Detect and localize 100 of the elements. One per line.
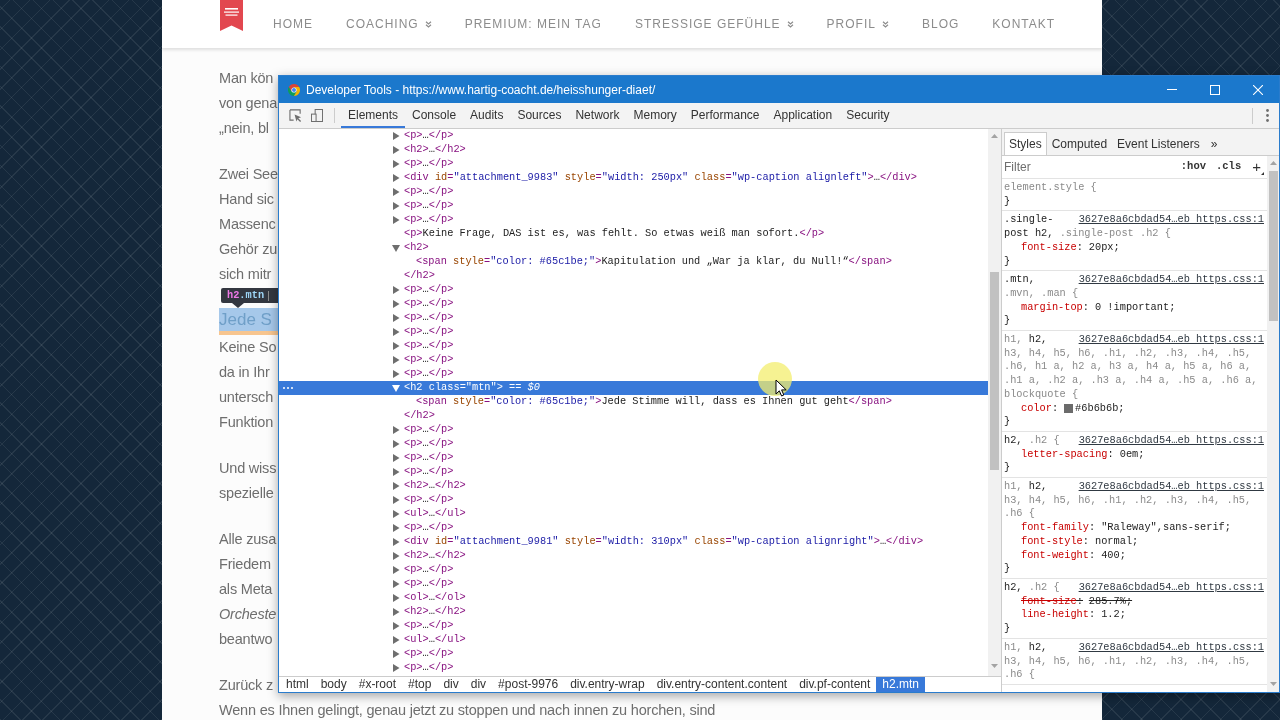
triangle-right-icon[interactable] [392,202,400,210]
triangle-right-icon[interactable] [392,538,400,546]
logo-icon[interactable] [220,0,243,31]
breadcrumb[interactable]: h2.mtn [876,677,925,692]
panel-tab[interactable]: Event Listeners [1112,132,1205,155]
triangle-right-icon[interactable] [392,454,400,462]
source-link[interactable]: 3627e8a6cbdad54…eb https.css:1 [1078,581,1264,595]
devtools-tab[interactable]: Performance [683,103,767,128]
triangle-right-icon[interactable] [392,482,400,490]
more-tabs-button[interactable]: » [1204,132,1224,155]
devtools-tab[interactable]: Network [568,103,627,128]
dom-node[interactable]: <p>…</p> [392,129,454,143]
dom-node[interactable]: <p>…</p> [392,353,454,367]
dom-node[interactable]: <h2>…</h2> [392,605,466,619]
dom-node[interactable]: <p>…</p> [392,577,454,591]
triangle-right-icon[interactable] [392,608,400,616]
dom-node[interactable]: <div id="attachment_9981" style="width: 310px" class="wp-caption alignright">…</div> [392,535,924,549]
dom-node[interactable]: <span style="color: #65c1be;">Jede Stimme will, dass es Ihnen gut geht</span> [416,395,892,409]
dom-node[interactable]: <p>…</p> [392,423,454,437]
breadcrumb[interactable]: div [464,677,493,692]
triangle-right-icon[interactable] [392,440,400,448]
triangle-right-icon[interactable] [392,510,400,518]
triangle-right-icon[interactable] [392,552,400,560]
triangle-right-icon[interactable] [392,426,400,434]
source-link[interactable]: 3627e8a6cbdad54…eb https.css:1 [1078,213,1264,228]
scrollbar-thumb[interactable] [990,272,999,470]
triangle-right-icon[interactable] [392,468,400,476]
dom-node[interactable]: <h2>…</h2> [392,479,466,493]
triangle-right-icon[interactable] [392,342,400,350]
dom-node[interactable]: <h2>…</h2> [392,549,466,563]
triangle-right-icon[interactable] [392,650,400,658]
triangle-right-icon[interactable] [392,216,400,224]
triangle-right-icon[interactable] [392,188,400,196]
source-link[interactable]: 3627e8a6cbdad54…eb https.css:1 [1078,273,1264,287]
dom-node[interactable]: <ol>…</ol> [392,591,466,605]
panel-tab[interactable]: Styles [1004,132,1047,155]
dom-node[interactable]: <p>…</p> [392,619,454,633]
dom-node[interactable]: <p>…</p> [392,311,454,325]
source-link[interactable]: 3627e8a6cbdad54…eb https.css:1 [1078,480,1264,494]
dom-node[interactable]: <p>…</p> [392,185,454,199]
filter-field[interactable]: Filter [1004,158,1173,176]
dom-node[interactable]: <p>…</p> [392,367,454,381]
toggle-button[interactable]: :hov [1178,159,1208,175]
devtools-tab[interactable]: Console [405,103,464,128]
nav-link[interactable]: PREMIUM: MEIN TAG [464,15,602,33]
add-rule-button[interactable]: + [1249,159,1264,175]
dom-node[interactable]: <span style="color: #65c1be;">Kapitulation und „War ja klar, du Null!“</span> [416,255,892,269]
dom-node[interactable]: <p>…</p> [392,661,454,675]
triangle-right-icon[interactable] [392,300,400,308]
breadcrumb[interactable]: div.entry-wrap [564,677,651,692]
vertical-scrollbar[interactable] [1267,156,1279,692]
dom-closing-tag[interactable]: </h2> [404,269,435,283]
color-swatch-icon[interactable] [1064,403,1074,413]
breadcrumb[interactable]: #post-9976 [492,677,565,692]
dom-node[interactable]: <p>…</p> [392,493,454,507]
dom-node[interactable]: <p>…</p> [392,465,454,479]
triangle-right-icon[interactable] [392,328,400,336]
triangle-right-icon[interactable] [392,622,400,630]
devtools-tab[interactable]: Audits [463,103,511,128]
nav-link[interactable]: COACHING [346,15,432,33]
dom-node[interactable]: <p>Keine Frage, DAS ist es, was fehlt. So etwas weiß man sofort.</p> [404,227,825,241]
source-link[interactable]: 3627e8a6cbdad54…eb https.css:1 [1078,333,1264,347]
breadcrumb[interactable]: div.pf-content [793,677,877,692]
triangle-right-icon[interactable] [392,524,400,532]
breadcrumb[interactable]: div.entry-content.content [650,677,794,692]
nav-link[interactable]: KONTAKT [992,15,1056,33]
devtools-tab[interactable]: Security [839,103,897,128]
dom-node[interactable]: <p>…</p> [392,297,454,311]
triangle-right-icon[interactable] [392,370,400,378]
dom-node[interactable]: <h2>…</h2> [392,143,466,157]
dom-node[interactable]: <div id="attachment_9983" style="width: 250px" class="wp-caption alignleft">…</div> [392,171,917,185]
dom-node[interactable]: <ul>…</ul> [392,507,466,521]
breadcrumb[interactable]: div [437,677,465,692]
breadcrumb[interactable]: #x-root [352,677,403,692]
source-link[interactable]: 3627e8a6cbdad54…eb https.css:1 [1078,640,1264,655]
menu-button[interactable] [1263,107,1271,124]
source-link[interactable]: 3627e8a6cbdad54…eb https.css:1 [1078,433,1264,448]
dom-node[interactable]: <ul>…</ul> [392,633,466,647]
triangle-right-icon[interactable] [392,356,400,364]
triangle-right-icon[interactable] [392,664,400,672]
devtools-tab[interactable]: Memory [626,103,684,128]
dom-node[interactable]: <p>…</p> [392,283,454,297]
dom-node[interactable]: <p>…</p> [392,199,454,213]
breadcrumb[interactable]: body [314,677,353,692]
triangle-right-icon[interactable] [392,160,400,168]
dom-node[interactable]: <p>…</p> [392,339,454,353]
triangle-right-icon[interactable] [392,174,400,182]
vertical-scrollbar[interactable] [988,129,1001,676]
triangle-right-icon[interactable] [392,594,400,602]
devtools-tab[interactable]: Sources [510,103,569,128]
dom-node[interactable]: <p>…</p> [392,647,454,661]
dom-node[interactable]: <p>…</p> [392,563,454,577]
scrollbar-thumb[interactable] [1268,171,1278,321]
triangle-right-icon[interactable] [392,580,400,588]
triangle-right-icon[interactable] [392,566,400,574]
devtools-tab[interactable]: Application [766,103,840,128]
dom-closing-tag[interactable]: </h2> [404,409,435,423]
triangle-right-icon[interactable] [392,132,400,140]
triangle-down-icon[interactable] [392,384,400,392]
triangle-right-icon[interactable] [392,636,400,644]
